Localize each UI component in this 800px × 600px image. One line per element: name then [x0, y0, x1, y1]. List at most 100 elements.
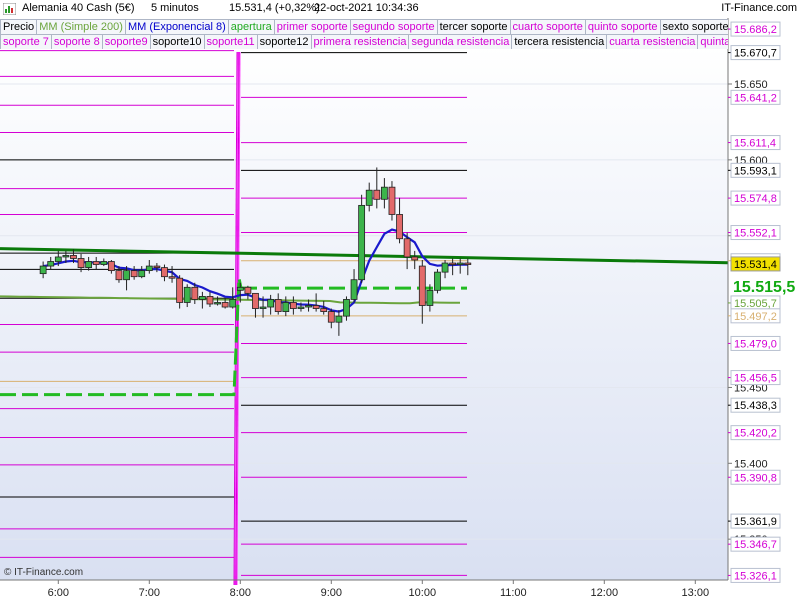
candle[interactable] — [380, 186, 388, 200]
level-label: 15.497,2 — [734, 311, 777, 323]
legend-quinto-soporte[interactable]: quinto soporte — [584, 19, 661, 34]
candle[interactable] — [289, 302, 297, 309]
legend-primer-soporte[interactable]: primer soporte — [273, 19, 351, 34]
candle[interactable] — [107, 261, 115, 272]
candle[interactable] — [449, 262, 457, 265]
candle[interactable] — [388, 186, 396, 215]
candle[interactable] — [62, 255, 70, 258]
candle[interactable] — [176, 277, 184, 303]
y-tick-label: 15.650 — [734, 79, 768, 91]
x-axis-background — [0, 580, 800, 600]
candle[interactable] — [92, 261, 100, 265]
legend-cuarto-soporte[interactable]: cuarto soporte — [509, 19, 586, 34]
candle[interactable] — [39, 265, 47, 275]
candle[interactable] — [145, 265, 153, 272]
x-tick-label: 12:00 — [591, 587, 619, 599]
level-label: 15.574,8 — [734, 193, 777, 205]
legend-apertura[interactable]: apertura — [227, 19, 275, 34]
x-tick-label: 10:00 — [409, 587, 437, 599]
price-chart[interactable]: 15.65015.60015.55015.45015.40015.35015.6… — [0, 0, 800, 600]
candle[interactable] — [358, 204, 366, 281]
x-tick-label: 6:00 — [48, 587, 69, 599]
candle[interactable] — [434, 271, 441, 291]
candle[interactable] — [267, 299, 275, 308]
candle[interactable] — [259, 306, 267, 309]
candle[interactable] — [305, 305, 312, 308]
candle[interactable] — [229, 299, 237, 308]
title-bar: Alemania 40 Cash (5€) 5 minutos 15.531,4… — [0, 0, 800, 18]
candle[interactable] — [206, 296, 214, 305]
candle[interactable] — [365, 189, 373, 206]
legend-tercera-resistencia[interactable]: tercera resistencia — [511, 34, 608, 49]
legend-soporte-10[interactable]: soporte10 — [149, 34, 205, 49]
level-label: 15.641,2 — [734, 92, 777, 104]
level-label: 15.456,5 — [734, 373, 777, 385]
candle[interactable] — [456, 262, 464, 265]
candle[interactable] — [312, 305, 320, 309]
candle[interactable] — [138, 270, 146, 278]
legend-row-1: Precio MM (Simple 200) MM (Exponencial 8) a… — [0, 19, 728, 34]
candle[interactable] — [115, 270, 123, 281]
candle[interactable] — [327, 311, 335, 323]
level-label: 15.479,0 — [734, 338, 777, 350]
legend-segunda-resistencia[interactable]: segunda resistencia — [408, 34, 513, 49]
candle[interactable] — [350, 279, 358, 300]
legend-segundo-soporte[interactable]: segundo soporte — [349, 19, 438, 34]
legend-precio[interactable]: Precio — [0, 19, 38, 34]
candle[interactable] — [403, 238, 411, 258]
candle[interactable] — [244, 286, 252, 294]
candle[interactable] — [70, 255, 77, 259]
candle[interactable] — [418, 265, 426, 306]
candle[interactable] — [183, 286, 191, 303]
last-quote: 15.531,4 (+0,32%) — [229, 2, 320, 14]
candle[interactable] — [77, 258, 85, 268]
candle[interactable] — [191, 286, 199, 300]
candle[interactable] — [464, 262, 472, 265]
legend-soporte-7[interactable]: soporte 7 — [0, 34, 52, 49]
brand-label: IT-Finance.com — [721, 2, 797, 14]
candle[interactable] — [236, 286, 244, 291]
legend-sexto-soporte[interactable]: sexto soporte — [659, 19, 728, 34]
candle[interactable] — [320, 308, 328, 312]
legend-soporte-11[interactable]: soporte11 — [203, 34, 258, 49]
candle[interactable] — [100, 261, 108, 265]
candle[interactable] — [343, 299, 350, 317]
legend-cuarta-resistencia[interactable]: cuarta resistencia — [606, 34, 699, 49]
candle[interactable] — [411, 256, 419, 261]
candle[interactable] — [252, 292, 259, 309]
candle[interactable] — [426, 289, 434, 306]
candle[interactable] — [153, 265, 161, 268]
candle[interactable] — [123, 270, 130, 281]
legend-quinta-resistencia[interactable]: quinta resistencia — [697, 34, 728, 49]
candle[interactable] — [85, 261, 93, 268]
candle[interactable] — [54, 256, 62, 262]
level-label: 15.326,1 — [734, 570, 777, 582]
candle[interactable] — [221, 302, 229, 308]
candle[interactable] — [274, 299, 282, 312]
candle[interactable] — [441, 262, 449, 273]
level-label: 15.686,2 — [734, 24, 777, 36]
x-tick-label: 11:00 — [500, 587, 527, 599]
candle[interactable] — [297, 306, 305, 309]
candle[interactable] — [396, 214, 403, 240]
legend-soporte-9[interactable]: soporte9 — [101, 34, 151, 49]
candle[interactable] — [47, 261, 55, 267]
legend-mm-simple-200[interactable]: MM (Simple 200) — [36, 19, 126, 34]
level-label: 15.438,3 — [734, 400, 777, 412]
candle[interactable] — [335, 315, 343, 323]
candle[interactable] — [161, 267, 168, 278]
candle[interactable] — [130, 270, 138, 278]
timeframe-label[interactable]: 5 minutos — [151, 2, 199, 14]
legend-mm-exponencial-8[interactable]: MM (Exponencial 8) — [124, 19, 229, 34]
legend-row-2: soporte 7 soporte 8 soporte9 soporte10 sopor… — [0, 34, 728, 49]
legend-primera-resistencia[interactable]: primera resistencia — [310, 34, 410, 49]
candle[interactable] — [373, 189, 381, 200]
candle[interactable] — [198, 296, 206, 300]
legend-tercer-soporte[interactable]: tercer soporte — [436, 19, 511, 34]
candle[interactable] — [168, 276, 176, 279]
legend-soporte-8[interactable]: soporte 8 — [50, 34, 103, 49]
x-tick-label: 9:00 — [321, 587, 342, 599]
candle[interactable] — [282, 302, 290, 312]
legend-soporte-12[interactable]: soporte12 — [256, 34, 312, 49]
candle[interactable] — [214, 302, 221, 305]
